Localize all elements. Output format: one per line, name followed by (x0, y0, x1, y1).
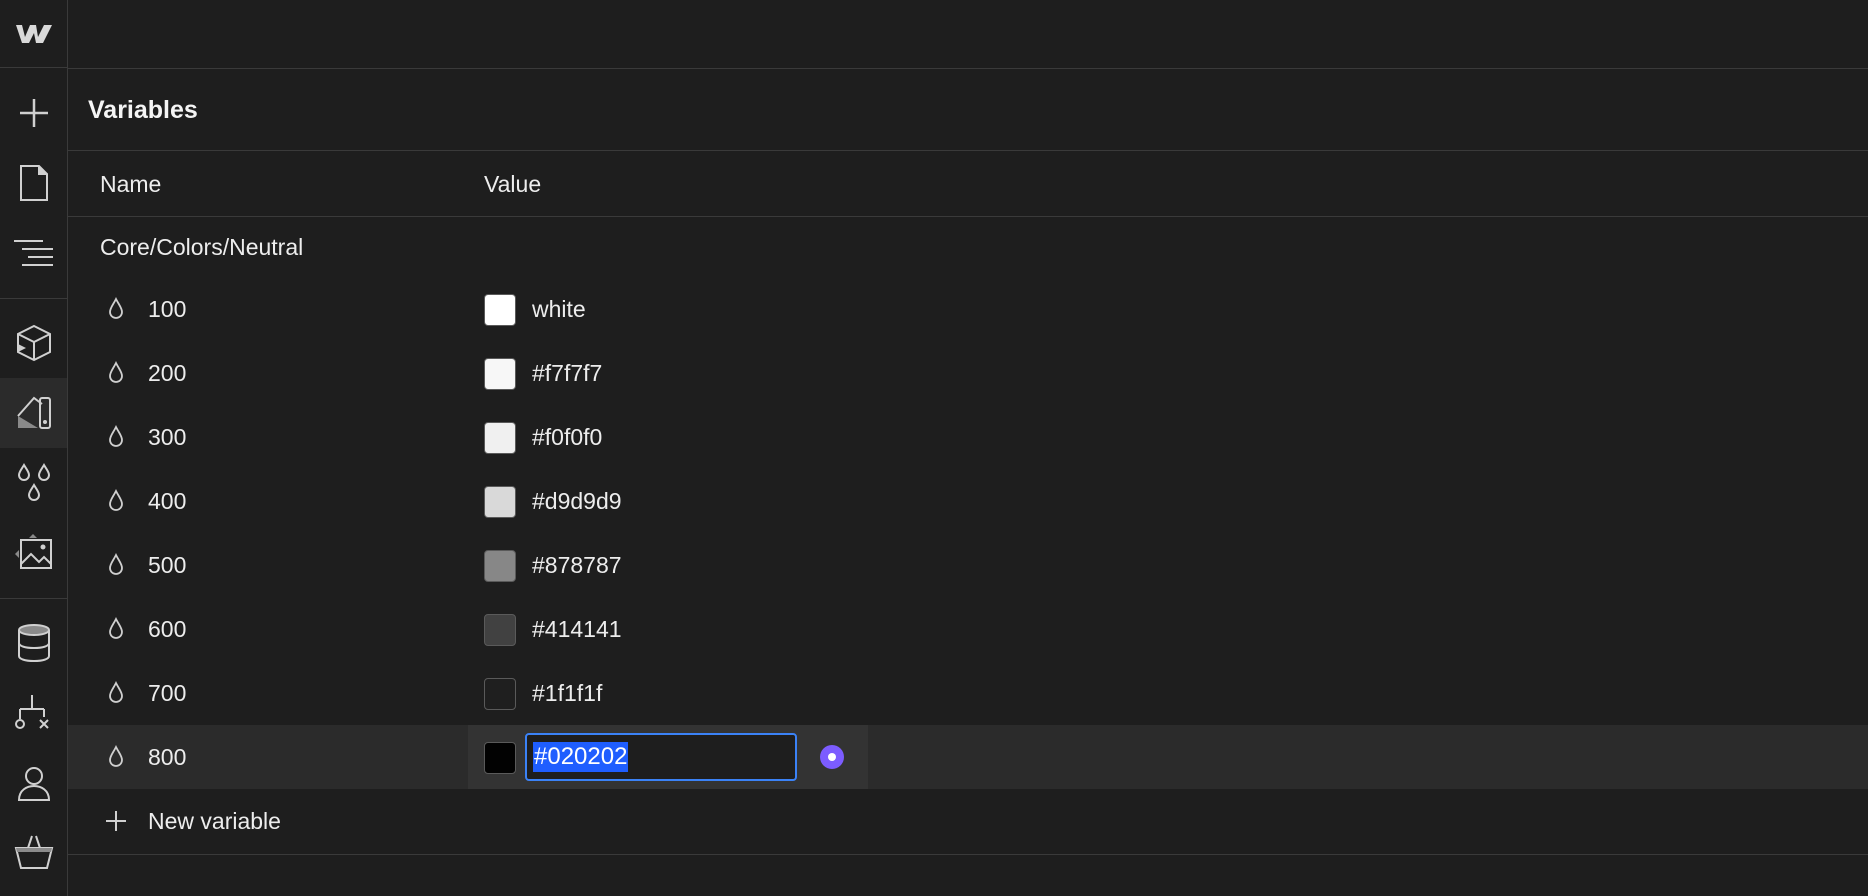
ecommerce-icon[interactable] (0, 818, 67, 888)
new-variable-label: New variable (148, 807, 281, 834)
cms-icon[interactable] (0, 608, 67, 678)
variable-value[interactable]: white (532, 277, 586, 341)
color-swatch[interactable] (484, 614, 516, 646)
color-drop-icon (108, 424, 124, 454)
variable-row-300[interactable]: 300 #f0f0f0 (68, 405, 1868, 469)
variable-row-400[interactable]: 400 #d9d9d9 (68, 469, 1868, 533)
pages-icon[interactable] (0, 148, 67, 218)
logic-icon[interactable] (0, 678, 67, 748)
variable-name[interactable]: 100 (148, 277, 186, 341)
variable-name[interactable]: 400 (148, 469, 186, 533)
variable-group-label[interactable]: Core/Colors/Neutral (100, 217, 303, 277)
navigator-icon[interactable] (0, 218, 67, 288)
color-drop-icon (108, 360, 124, 390)
color-drop-icon (108, 488, 124, 518)
webflow-logo-icon[interactable] (0, 0, 67, 68)
variable-value-input[interactable]: #020202 (525, 733, 797, 781)
column-header-name[interactable]: Name (100, 151, 161, 217)
variable-value[interactable]: #414141 (532, 597, 622, 661)
assets-icon[interactable] (0, 518, 67, 588)
variable-row-800[interactable]: 800 #020202 (68, 725, 1868, 789)
color-swatch[interactable] (484, 422, 516, 454)
color-swatch[interactable] (484, 678, 516, 710)
variable-name[interactable]: 700 (148, 661, 186, 725)
variable-value[interactable]: #f0f0f0 (532, 405, 602, 469)
top-bar (68, 0, 1868, 69)
variable-row-200[interactable]: 200 #f7f7f7 (68, 341, 1868, 405)
color-swatch[interactable] (484, 742, 516, 774)
left-toolbar (0, 0, 68, 896)
variable-row-700[interactable]: 700 #1f1f1f (68, 661, 1868, 725)
variable-name[interactable]: 800 (148, 725, 186, 789)
variable-name[interactable]: 600 (148, 597, 186, 661)
rail-divider (0, 598, 67, 599)
variable-name[interactable]: 300 (148, 405, 186, 469)
variable-value[interactable]: #f7f7f7 (532, 341, 602, 405)
users-icon[interactable] (0, 748, 67, 818)
color-drop-icon (108, 744, 124, 774)
bind-variable-icon[interactable] (820, 745, 844, 769)
divider (68, 216, 1868, 217)
variable-row-100[interactable]: 100 white (68, 277, 1868, 341)
color-swatch[interactable] (484, 550, 516, 582)
add-icon[interactable] (0, 78, 67, 148)
style-selector-icon[interactable] (0, 378, 67, 448)
color-drop-icon (108, 680, 124, 710)
variable-row-500[interactable]: 500 #878787 (68, 533, 1868, 597)
plus-icon (104, 809, 128, 838)
variables-panel: Variables Name Value Core/Colors/Neutral… (68, 69, 1868, 896)
divider (68, 854, 1868, 855)
variables-icon[interactable] (0, 448, 67, 518)
variable-value[interactable]: #878787 (532, 533, 622, 597)
components-icon[interactable] (0, 308, 67, 378)
column-header-value[interactable]: Value (484, 151, 541, 217)
color-swatch[interactable] (484, 486, 516, 518)
variable-name[interactable]: 200 (148, 341, 186, 405)
rail-divider (0, 298, 67, 299)
color-swatch[interactable] (484, 358, 516, 390)
variable-name[interactable]: 500 (148, 533, 186, 597)
color-drop-icon (108, 616, 124, 646)
selected-value-text[interactable]: #020202 (533, 742, 629, 772)
panel-title: Variables (88, 95, 198, 124)
variable-value[interactable]: #1f1f1f (532, 661, 602, 725)
variable-row-600[interactable]: 600 #414141 (68, 597, 1868, 661)
color-drop-icon (108, 296, 124, 326)
color-swatch[interactable] (484, 294, 516, 326)
new-variable-button[interactable]: New variable (68, 789, 1868, 853)
color-drop-icon (108, 552, 124, 582)
variable-value[interactable]: #d9d9d9 (532, 469, 622, 533)
divider (68, 150, 1868, 151)
